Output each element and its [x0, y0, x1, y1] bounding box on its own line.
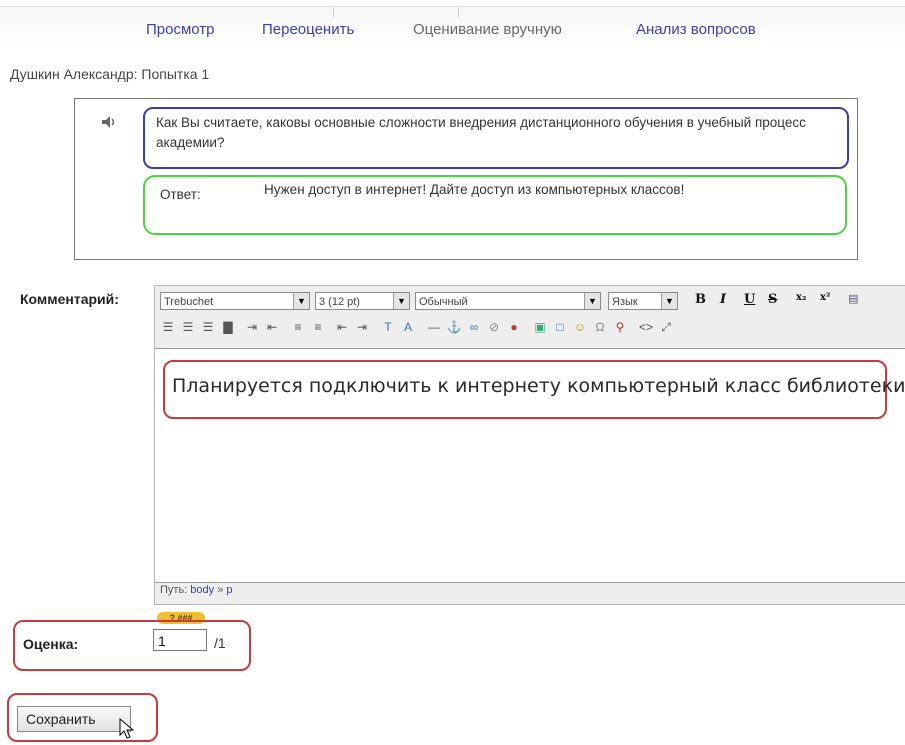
underline-icon[interactable]: U [744, 292, 755, 307]
horizontal-rule-icon[interactable]: — [426, 319, 442, 335]
fullscreen-icon[interactable]: ⤢ [658, 319, 674, 335]
language-select[interactable]: Язык ▼ [608, 292, 678, 310]
align-right-icon[interactable]: ☰ [200, 319, 216, 335]
comment-label: Комментарий: [20, 291, 119, 307]
format-select[interactable]: Обычный ▼ [415, 292, 601, 310]
grade-label: Оценка: [23, 636, 79, 652]
tab-manual-grading[interactable]: Оценивание вручную [413, 21, 562, 38]
special-char-icon[interactable]: Ω [592, 319, 608, 335]
image-icon[interactable]: ▣ [532, 319, 548, 335]
answer-label: Ответ: [160, 187, 201, 202]
html-source-icon[interactable]: <> [638, 319, 654, 335]
editor-toolbar-1: Trebuchet ▼ 3 (12 pt) ▼ Обычный ▼ Язык ▼… [160, 292, 905, 312]
text-color-icon[interactable]: T [380, 319, 396, 335]
grade-input[interactable]: 1 [153, 629, 207, 651]
chevron-down-icon: ▼ [661, 293, 677, 309]
unlink-icon[interactable]: ⊘ [486, 319, 502, 335]
tab-preview[interactable]: Просмотр [146, 21, 215, 38]
ltr-icon[interactable]: ⇥ [244, 319, 260, 335]
mouse-cursor-icon [118, 717, 136, 740]
strikethrough-icon[interactable]: S [768, 292, 777, 307]
sound-icon[interactable] [100, 113, 118, 131]
link-icon[interactable]: ∞ [466, 319, 482, 335]
smiley-icon[interactable]: ☺ [572, 319, 588, 335]
italic-icon[interactable]: I [720, 292, 726, 307]
tab-divider [333, 7, 334, 17]
paste-icon[interactable]: ▤ [848, 292, 858, 305]
bold-icon[interactable]: B [695, 292, 706, 307]
answer-text: Нужен доступ в интернет! Дайте доступ из… [264, 182, 685, 197]
comment-text: Планируется подключить к интернету компь… [172, 375, 905, 397]
outdent-icon[interactable]: ⇤ [334, 319, 350, 335]
grade-max: /1 [214, 635, 226, 651]
background-color-icon[interactable]: A [400, 319, 416, 335]
table-icon[interactable]: □ [552, 319, 568, 335]
chevron-down-icon: ▼ [293, 293, 309, 309]
editor-path: Путь: body » p [160, 584, 233, 596]
path-separator: » [217, 584, 224, 596]
tab-divider [458, 7, 459, 17]
indent-icon[interactable]: ⇥ [354, 319, 370, 335]
unordered-list-icon[interactable]: ≡ [310, 319, 326, 335]
search-replace-icon[interactable]: ⚲ [612, 319, 628, 335]
size-select[interactable]: 3 (12 pt) ▼ [315, 292, 410, 310]
chevron-down-icon: ▼ [393, 293, 409, 309]
align-center-icon[interactable]: ☰ [180, 319, 196, 335]
path-body-link[interactable]: body [190, 584, 214, 596]
subscript-icon[interactable]: x₂ [796, 292, 806, 303]
attempt-title: Душкин Александр: Попытка 1 [10, 66, 210, 82]
editor-toolbar-2: ☰ ☰ ☰ ▇ ⇥ ⇤ ≡ ≡ ⇤ ⇥ T A — ⚓ ∞ ⊘ ● ▣ □ ☺ … [160, 317, 905, 339]
nolink-icon[interactable]: ● [506, 319, 522, 335]
font-select-value: Trebuchet [164, 296, 214, 308]
tab-bar: Просмотр Переоценить Оценивание вручную … [0, 6, 905, 47]
size-select-value: 3 (12 pt) [319, 296, 360, 308]
tab-regrade[interactable]: Переоценить [262, 21, 354, 38]
format-select-value: Обычный [419, 296, 468, 308]
anchor-icon[interactable]: ⚓ [446, 319, 462, 335]
ordered-list-icon[interactable]: ≡ [290, 319, 306, 335]
path-label: Путь: [160, 584, 188, 596]
superscript-icon[interactable]: x² [820, 292, 830, 303]
tab-item-analysis[interactable]: Анализ вопросов [636, 21, 756, 38]
path-p-link[interactable]: p [226, 584, 232, 596]
question-text: Как Вы считаете, каковы основные сложнос… [156, 115, 806, 150]
justify-icon[interactable]: ▇ [220, 319, 236, 335]
align-left-icon[interactable]: ☰ [160, 319, 176, 335]
language-select-value: Язык [612, 296, 638, 308]
save-button[interactable]: Сохранить [17, 706, 131, 732]
font-select[interactable]: Trebuchet ▼ [160, 292, 310, 310]
chevron-down-icon: ▼ [584, 293, 600, 309]
rtl-icon[interactable]: ⇤ [264, 319, 280, 335]
